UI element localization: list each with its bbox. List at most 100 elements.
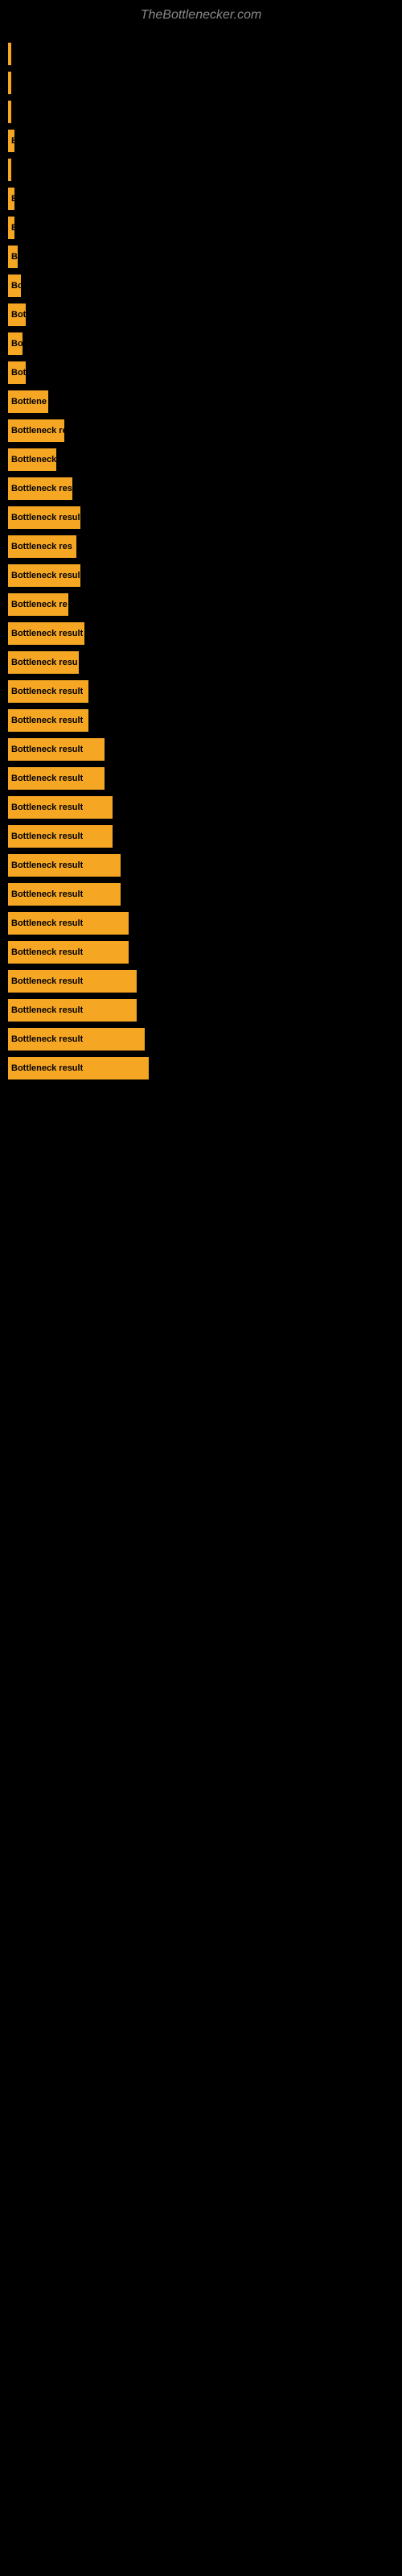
bar-row	[8, 101, 394, 123]
bar-row: Bottleneck result	[8, 941, 394, 964]
bar-row: Bottleneck res	[8, 477, 394, 500]
bar-row: Bottleneck result	[8, 970, 394, 993]
bar-row: Bottleneck result	[8, 622, 394, 645]
bar-row: Bottleneck result	[8, 709, 394, 732]
bar: Bottleneck resu	[8, 651, 79, 674]
bar-row	[8, 72, 394, 94]
bar	[8, 72, 11, 94]
bar: Bottleneck result	[8, 970, 137, 993]
bar-label: Bottleneck result	[11, 919, 83, 928]
bar-label: Bottleneck result	[11, 832, 83, 841]
bar: Bott	[8, 361, 26, 384]
bar-row: Bottleneck result	[8, 738, 394, 761]
bar: E	[8, 130, 14, 152]
bar-row: Bottleneck	[8, 448, 394, 471]
bar-row: Bo	[8, 332, 394, 355]
bar-row: E	[8, 130, 394, 152]
bar-label: Bottleneck result	[11, 947, 83, 957]
bar-row: E	[8, 217, 394, 239]
bar-label: Bottleneck res	[11, 484, 72, 493]
bar-label: Bottleneck result	[11, 1063, 83, 1073]
bar-label: Bottleneck result	[11, 745, 83, 754]
bar: Bottleneck result	[8, 1057, 149, 1080]
bar-row: Bottleneck result	[8, 1028, 394, 1051]
bar: Bottleneck result	[8, 825, 113, 848]
bar-label: Bottleneck result	[11, 890, 83, 899]
bar: Bottleneck result	[8, 999, 137, 1022]
bar-label: Bottleneck result	[11, 513, 80, 522]
bar-row: Bottleneck result	[8, 564, 394, 587]
bar-row: Bottleneck result	[8, 999, 394, 1022]
bar-label: Bottleneck result	[11, 716, 83, 725]
bar: Bottleneck result	[8, 854, 121, 877]
bar: Bottleneck result	[8, 622, 84, 645]
bar: Bottleneck result	[8, 912, 129, 935]
bar: Bottleneck	[8, 448, 56, 471]
bar-label: Bott	[11, 368, 26, 378]
bar	[8, 43, 11, 65]
bar-row: Bottleneck res	[8, 535, 394, 558]
bar: Bottleneck re	[8, 419, 64, 442]
bar: Bottleneck result	[8, 796, 113, 819]
bar-row: Bottleneck resu	[8, 651, 394, 674]
bar-label: E	[11, 136, 14, 146]
bar-row: Bottleneck result	[8, 854, 394, 877]
bar: Bo	[8, 275, 21, 297]
bar-row: E	[8, 188, 394, 210]
bar: Bottleneck result	[8, 767, 105, 790]
bar-row	[8, 43, 394, 65]
bar-label: Bottleneck result	[11, 571, 80, 580]
bar: E	[8, 188, 14, 210]
bar	[8, 101, 11, 123]
bar	[8, 159, 11, 181]
bar-label: Bo	[11, 339, 23, 349]
bar: Bottleneck re	[8, 593, 68, 616]
bar-label: Bottleneck re	[11, 426, 64, 436]
bar-row: Bottleneck result	[8, 796, 394, 819]
bar: E	[8, 217, 14, 239]
bar-label: Bottleneck res	[11, 542, 72, 551]
bar-row: Bottleneck result	[8, 825, 394, 848]
bar-label: Bottleneck result	[11, 629, 83, 638]
bar-row: Bottleneck re	[8, 419, 394, 442]
bar-row: Bottleneck result	[8, 912, 394, 935]
bar-row: B	[8, 246, 394, 268]
bar: Bottleneck result	[8, 941, 129, 964]
bar: Bottleneck res	[8, 477, 72, 500]
bar-label: Bottleneck result	[11, 803, 83, 812]
bar-row: Bottleneck result	[8, 767, 394, 790]
bar: Bottlene	[8, 390, 48, 413]
bar-row: Bottleneck result	[8, 1057, 394, 1080]
bar-label: E	[11, 223, 14, 233]
bars-container: E E E B Bo Bott Bo Bott Bottlene Bottleneck re Bot…	[0, 27, 402, 1086]
bar: Bottleneck result	[8, 883, 121, 906]
bar: Bottleneck result	[8, 680, 88, 703]
bar-label: Bottleneck resu	[11, 658, 78, 667]
bar-label: Bottleneck result	[11, 1005, 83, 1015]
bar: Bottleneck result	[8, 506, 80, 529]
bar: Bottleneck result	[8, 738, 105, 761]
bar-row: Bott	[8, 303, 394, 326]
bar-label: Bottleneck	[11, 455, 56, 464]
bar-label: Bottleneck re	[11, 600, 68, 609]
bar: Bottleneck result	[8, 709, 88, 732]
bar-label: E	[11, 194, 14, 204]
site-title: TheBottlenecker.com	[0, 0, 402, 27]
bar-row: Bottlene	[8, 390, 394, 413]
bar-label: Bottlene	[11, 397, 47, 407]
bar-row: Bottleneck result	[8, 883, 394, 906]
bar-row	[8, 159, 394, 181]
bar-row: Bottleneck result	[8, 506, 394, 529]
bar-label: Bottleneck result	[11, 1034, 83, 1044]
bar-label: Bottleneck result	[11, 861, 83, 870]
bar-label: Bott	[11, 310, 26, 320]
bar: Bo	[8, 332, 23, 355]
bar-row: Bott	[8, 361, 394, 384]
bar: Bottleneck result	[8, 1028, 145, 1051]
bar: B	[8, 246, 18, 268]
bar-row: Bo	[8, 275, 394, 297]
bar-label: Bottleneck result	[11, 976, 83, 986]
bar-label: Bo	[11, 281, 21, 291]
bar: Bott	[8, 303, 26, 326]
bar: Bottleneck res	[8, 535, 76, 558]
